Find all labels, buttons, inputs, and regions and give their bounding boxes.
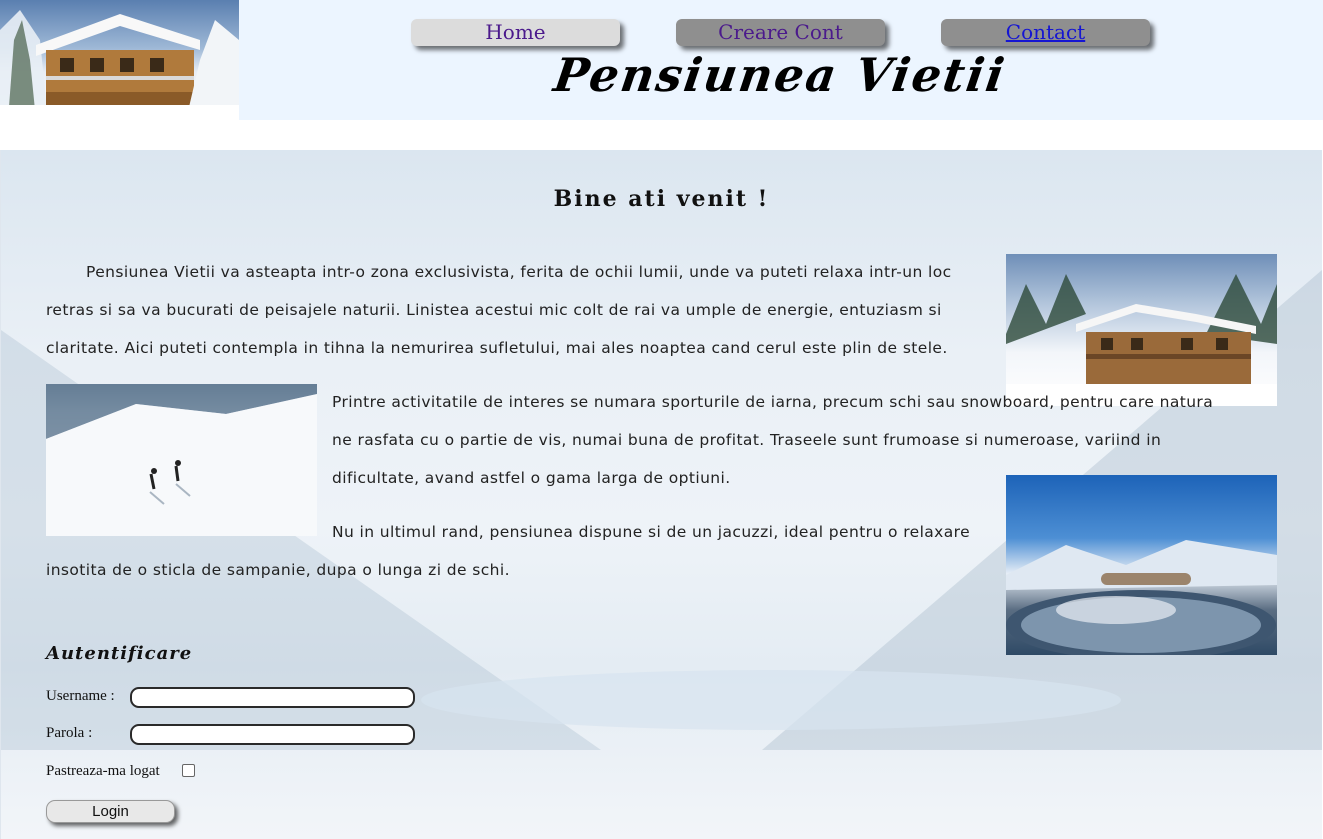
site-title: Pensiunea Vietii <box>550 48 1010 102</box>
username-input[interactable] <box>130 687 415 708</box>
intro-paragraph: Pensiunea Vietii va asteapta intr-o zona… <box>46 263 952 357</box>
nav-contact-button[interactable]: Contact <box>941 19 1150 46</box>
site-header: Home Creare Cont Contact Pensiunea Vieti… <box>0 0 1323 120</box>
login-title: Autentificare <box>46 643 193 664</box>
nav-home-button[interactable]: Home <box>411 19 620 46</box>
ski-slope-photo <box>46 384 317 536</box>
remember-me-label: Pastreaza-ma logat <box>46 763 160 779</box>
chalet-logo-image <box>0 0 239 120</box>
password-label: Parola : <box>46 725 93 741</box>
nav-create-account-button[interactable]: Creare Cont <box>676 19 885 46</box>
remember-me-checkbox[interactable] <box>182 764 195 777</box>
jacuzzi-photo <box>1006 475 1277 655</box>
login-button[interactable]: Login <box>46 800 175 823</box>
password-input[interactable] <box>130 724 415 745</box>
welcome-heading: Bine ati venit ! <box>553 186 770 212</box>
jacuzzi-paragraph-line-2: insotita de o sticla de sampanie, dupa o… <box>46 561 510 579</box>
username-label: Username : <box>46 688 115 704</box>
background-river <box>421 670 1121 730</box>
jacuzzi-paragraph-line-1: Nu in ultimul rand, pensiunea dispune si… <box>332 523 971 541</box>
